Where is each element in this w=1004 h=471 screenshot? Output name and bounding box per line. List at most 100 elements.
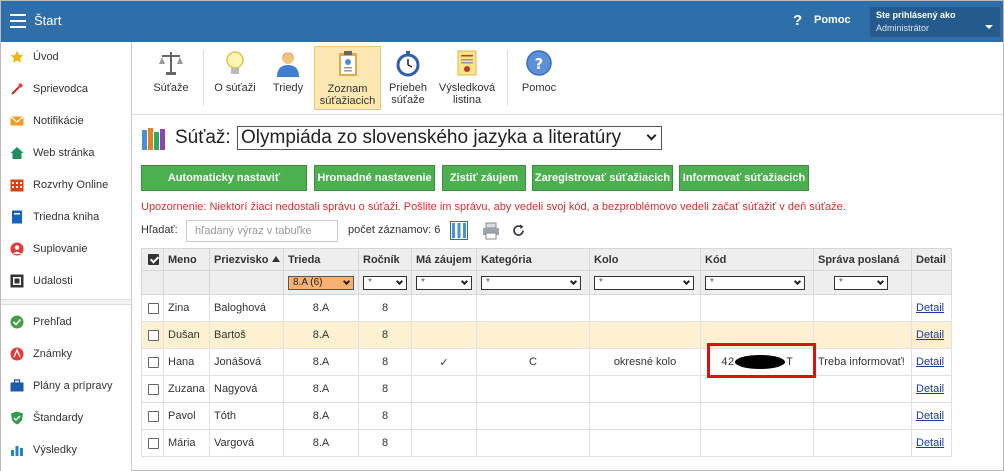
hamburger-menu-icon[interactable]: [10, 14, 26, 28]
toolbar-item-triedy[interactable]: Triedy: [266, 46, 310, 110]
cell-priezvisko: Vargová: [209, 429, 284, 457]
zaujem-filter[interactable]: *: [416, 275, 472, 290]
row-checkbox[interactable]: [148, 329, 159, 341]
columns-icon[interactable]: [450, 221, 468, 240]
print-icon[interactable]: [482, 222, 500, 240]
toolbar-item-zoznam-sutaziacich[interactable]: Zoznam súťažiacich: [314, 46, 381, 110]
toolbar-item-label: Triedy: [272, 82, 304, 94]
column-header-trieda[interactable]: Trieda: [283, 248, 359, 271]
cell-priezvisko: Nagyová: [209, 375, 284, 403]
column-header-kolo[interactable]: Kolo: [589, 248, 701, 271]
toolbar-item-priebeh[interactable]: Priebeh súťaže: [386, 46, 430, 110]
cell-kategoria: [476, 321, 590, 349]
toolbar-item-label: O súťaži: [214, 82, 256, 94]
cell-zaujem: [411, 294, 477, 322]
filter-cell: *: [411, 270, 477, 295]
certificate-icon: [457, 50, 477, 76]
filter-cell: *: [589, 270, 701, 295]
competition-label: Súťaž:: [175, 127, 231, 148]
toolbar-item-label-text: Priebeh súťaže: [389, 82, 427, 106]
trieda-filter[interactable]: 8.A (6): [288, 275, 354, 290]
detail-link[interactable]: Detail: [916, 329, 944, 341]
bulk-settings-button[interactable]: Hromadné nastavenie: [314, 165, 435, 191]
column-header-zaujem[interactable]: Má záujem: [411, 248, 477, 271]
sidebar-item-prehlad[interactable]: Prehľad: [1, 310, 131, 336]
sidebar-item-standardy[interactable]: Štandardy: [1, 406, 131, 432]
toolbar-item-label-text: Zoznam súťažiacich: [319, 83, 376, 107]
help-link[interactable]: Pomoc: [814, 14, 851, 26]
svg-text:?: ?: [535, 55, 544, 73]
search-label: Hľadať:: [141, 224, 178, 236]
select-all-checkbox[interactable]: [148, 254, 159, 266]
grade-icon: [10, 347, 24, 361]
auto-category-button[interactable]: Automaticky nastaviť kategóriu: [141, 165, 307, 208]
kod-filter[interactable]: *: [705, 275, 805, 290]
help-icon: ?: [526, 50, 552, 76]
sidebar-item-vysledky[interactable]: Výsledky: [1, 438, 131, 464]
cell-meno: Zina: [163, 294, 210, 322]
sidebar-item-label: Suplovanie: [33, 243, 88, 255]
filter-cell: *: [700, 270, 814, 295]
filter-cell: [911, 270, 952, 295]
sprava-filter[interactable]: *: [834, 275, 888, 290]
sidebar-item-triedna-kniha[interactable]: Triedna kniha: [1, 205, 131, 231]
toolbar-item-o-sutazi[interactable]: O súťaži: [212, 46, 258, 110]
column-header-kategoria[interactable]: Kategória: [476, 248, 590, 271]
column-header-sprava[interactable]: Správa poslaná: [813, 248, 912, 271]
row-checkbox[interactable]: [148, 302, 159, 314]
find-interest-button[interactable]: Zistiť záujem: [442, 165, 526, 191]
code-highlight-box: [707, 343, 816, 378]
rocnik-filter[interactable]: *: [363, 275, 407, 290]
refresh-icon[interactable]: [512, 224, 525, 237]
filter-cell: [163, 270, 210, 295]
search-input[interactable]: hľadaný výraz v tabuľke: [186, 220, 338, 242]
column-header-meno[interactable]: Meno: [163, 248, 210, 271]
cell-meno: Mária: [163, 429, 210, 457]
row-checkbox[interactable]: [148, 410, 159, 422]
warning-message: Upozornenie: Niektorí žiaci nedostali sp…: [141, 201, 846, 213]
kategoria-filter[interactable]: *: [481, 275, 581, 290]
detail-link[interactable]: Detail: [916, 302, 944, 314]
cell-detail: Detail: [911, 321, 952, 349]
sidebar-item-udalosti[interactable]: Udalosti: [1, 269, 131, 295]
sidebar-item-rozvrhy[interactable]: Rozvrhy Online: [1, 173, 131, 199]
toolbar-item-vysledkova-listina[interactable]: Výsledková listina: [437, 46, 497, 110]
toolbar-item-sutaze[interactable]: Súťaže: [148, 46, 194, 110]
sidebar-item-web[interactable]: Web stránka: [1, 141, 131, 167]
row-select-cell: [141, 402, 164, 430]
row-checkbox[interactable]: [148, 383, 159, 395]
column-header-kod[interactable]: Kód: [700, 248, 814, 271]
row-checkbox[interactable]: [148, 356, 159, 368]
user-menu[interactable]: Ste prihlásený ako Administrátor: [870, 7, 1000, 37]
sidebar-item-notifikacie[interactable]: Notifikácie: [1, 109, 131, 135]
sidebar-item-suplovanie[interactable]: Suplovanie: [1, 237, 131, 263]
house-icon: [10, 147, 24, 159]
row-checkbox[interactable]: [148, 437, 159, 449]
inform-participants-button[interactable]: Informovať súťažiacich: [679, 165, 809, 191]
detail-link[interactable]: Detail: [916, 356, 944, 368]
help-icon[interactable]: ?: [793, 12, 802, 29]
cell-sprava: [813, 321, 912, 349]
sidebar-item-sprievodca[interactable]: Sprievodca: [1, 77, 131, 103]
cell-kategoria: C: [476, 348, 590, 376]
register-participants-button[interactable]: Zaregistrovať súťažiacich: [532, 165, 673, 191]
cell-kolo: [589, 375, 701, 403]
column-header-priezvisko[interactable]: Priezvisko: [209, 248, 284, 271]
toolbar-item-pomoc[interactable]: ? Pomoc: [516, 46, 562, 110]
cell-kod: [700, 375, 814, 403]
kolo-filter[interactable]: *: [594, 275, 694, 290]
sidebar-divider: [1, 299, 131, 305]
detail-link[interactable]: Detail: [916, 410, 944, 422]
app-title[interactable]: Štart: [34, 13, 61, 28]
detail-link[interactable]: Detail: [916, 383, 944, 395]
sidebar-item-label: Známky: [33, 348, 73, 360]
sidebar-item-znamky[interactable]: Známky: [1, 342, 131, 368]
toolbar-item-label: Priebeh súťaže: [386, 82, 430, 106]
kolo-filter-value: *: [599, 276, 603, 288]
sidebar-item-uvod[interactable]: Úvod: [1, 45, 131, 71]
sidebar-item-plany[interactable]: Plány a prípravy: [1, 374, 131, 400]
detail-link[interactable]: Detail: [916, 437, 944, 449]
competition-select[interactable]: Olympiáda zo slovenského jazyka a litera…: [237, 126, 662, 150]
cell-sprava: [813, 402, 912, 430]
column-header-rocnik[interactable]: Ročník: [358, 248, 412, 271]
